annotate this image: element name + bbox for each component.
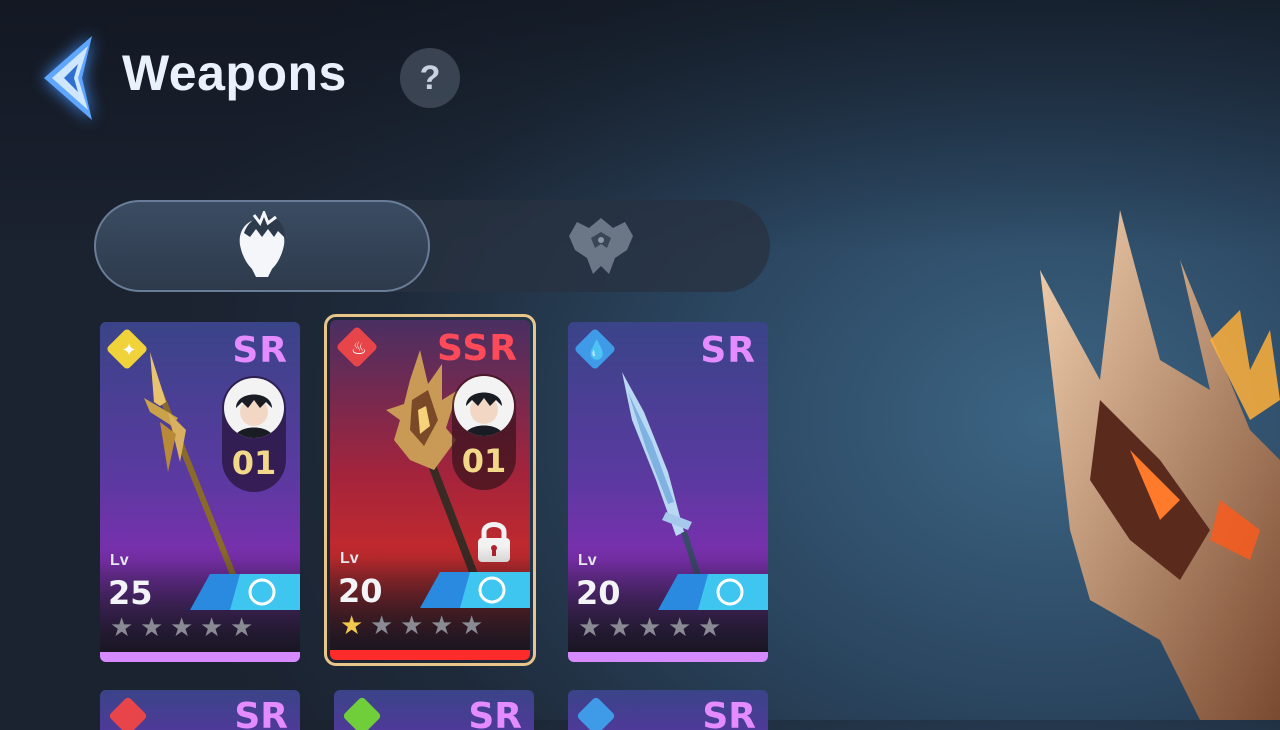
equipped-badge xyxy=(420,572,530,608)
owner-number: 01 xyxy=(461,442,507,480)
star-icon: ★ xyxy=(110,612,134,642)
star-icon: ★ xyxy=(430,610,454,640)
back-arrow-icon xyxy=(44,36,92,120)
element-badge xyxy=(576,696,616,730)
weapon-card-partial[interactable]: SR xyxy=(100,690,300,730)
rarity-strip xyxy=(100,652,300,662)
star-icon: ★ xyxy=(400,610,424,640)
element-badge xyxy=(342,696,382,730)
tab-hunter[interactable] xyxy=(94,200,430,292)
star-icon: ★ xyxy=(200,612,224,642)
level-label: Lv xyxy=(110,552,129,569)
level-value: 20 xyxy=(338,572,383,610)
rarity-label: SR xyxy=(468,696,522,730)
rarity-label: SR xyxy=(234,696,288,730)
level-value: 20 xyxy=(576,574,621,612)
weapon-card[interactable]: 💧 SR Lv 20 ★ ★ ★ ★ ★ xyxy=(568,322,768,662)
star-icon: ★ xyxy=(578,612,602,642)
element-badge xyxy=(108,696,148,730)
avatar-portrait-icon xyxy=(234,394,274,438)
level-value: 25 xyxy=(108,574,153,612)
star-icon: ★ xyxy=(668,612,692,642)
star-rating: ★ ★ ★ ★ ★ xyxy=(578,614,724,640)
tab-shadow[interactable] xyxy=(432,200,770,292)
shadow-helmet-icon xyxy=(569,218,633,274)
category-tab-bar xyxy=(94,200,770,292)
equipped-badge xyxy=(658,574,768,610)
weapon-card-selected[interactable]: ♨ SSR 01 Lv 20 ★ ★ ★ ★ ★ xyxy=(324,314,536,666)
hunter-head-icon xyxy=(239,211,285,277)
star-icon: ★ xyxy=(170,612,194,642)
star-icon: ★ xyxy=(230,612,254,642)
help-button[interactable]: ? xyxy=(400,48,460,108)
star-rating: ★ ★ ★ ★ ★ xyxy=(340,612,486,638)
rarity-strip xyxy=(330,650,530,660)
hunter-avatar xyxy=(454,376,514,436)
star-filled-icon: ★ xyxy=(340,610,364,640)
owner-pill: 01 xyxy=(222,376,286,492)
star-icon: ★ xyxy=(140,612,164,642)
hunter-avatar xyxy=(224,378,284,438)
rarity-label: SR xyxy=(702,696,756,730)
owner-number: 01 xyxy=(231,444,277,482)
star-icon: ★ xyxy=(608,612,632,642)
weapon-card-partial[interactable]: SR xyxy=(568,690,768,730)
star-icon: ★ xyxy=(370,610,394,640)
weapon-card-partial[interactable]: SR xyxy=(334,690,534,730)
star-icon: ★ xyxy=(460,610,484,640)
owner-pill: 01 xyxy=(452,374,516,490)
star-icon: ★ xyxy=(638,612,662,642)
back-button[interactable] xyxy=(34,34,100,122)
star-icon: ★ xyxy=(698,612,722,642)
page-title: Weapons xyxy=(122,45,347,101)
equipped-badge xyxy=(190,574,300,610)
weapon-card[interactable]: ✦ SR 01 Lv 25 ★ ★ ★ ★ ★ xyxy=(100,322,300,662)
avatar-portrait-icon xyxy=(464,392,504,436)
weapon-preview-model xyxy=(1040,210,1280,720)
rarity-strip xyxy=(568,652,768,662)
level-label: Lv xyxy=(578,552,597,569)
level-label: Lv xyxy=(340,550,359,567)
star-rating: ★ ★ ★ ★ ★ xyxy=(110,614,256,640)
